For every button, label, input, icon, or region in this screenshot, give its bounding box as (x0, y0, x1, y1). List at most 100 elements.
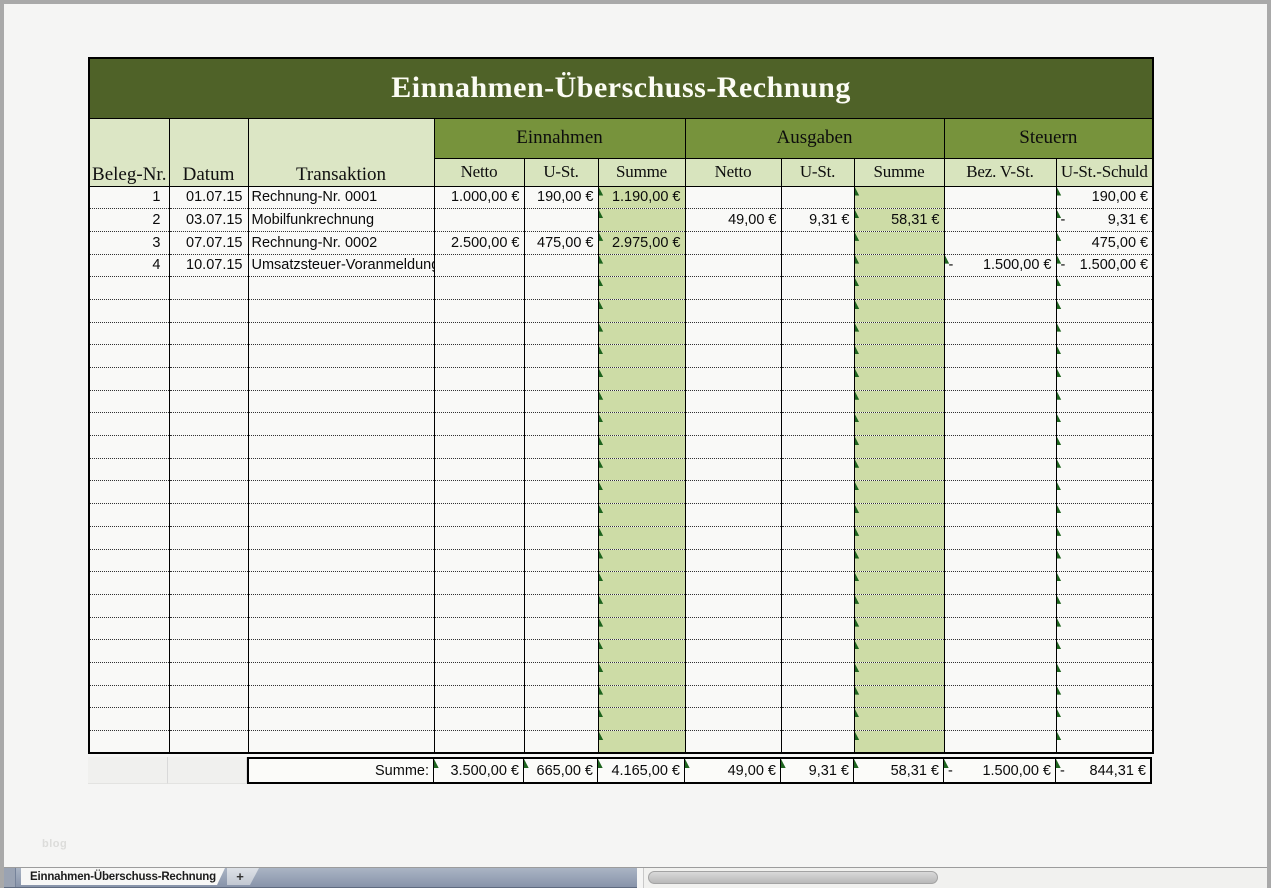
table-cell[interactable] (524, 436, 598, 459)
subheader-summe-einnahmen[interactable]: Summe (598, 158, 685, 186)
table-cell[interactable] (89, 685, 169, 708)
table-cell[interactable] (598, 640, 685, 663)
group-header-ausgaben[interactable]: Ausgaben (685, 118, 944, 158)
table-cell[interactable] (685, 526, 781, 549)
horizontal-scrollbar[interactable] (643, 868, 1267, 888)
table-cell[interactable] (781, 526, 854, 549)
table-cell[interactable] (434, 368, 524, 391)
table-cell[interactable]: 2 (89, 209, 169, 232)
summary-value-cell[interactable]: 58,31 € (853, 759, 943, 782)
table-cell[interactable]: 3 (89, 231, 169, 254)
table-cell[interactable] (944, 617, 1056, 640)
summary-value-cell[interactable]: 665,00 € (523, 759, 597, 782)
table-cell[interactable] (944, 277, 1056, 300)
summary-value-cell[interactable]: 4.165,00 € (597, 759, 684, 782)
table-cell[interactable] (89, 458, 169, 481)
table-cell[interactable] (781, 640, 854, 663)
table-cell[interactable] (524, 731, 598, 754)
table-cell[interactable] (169, 708, 248, 731)
table-cell[interactable] (248, 708, 434, 731)
table-cell[interactable] (685, 277, 781, 300)
table-cell[interactable] (781, 662, 854, 685)
table-cell[interactable] (434, 549, 524, 572)
table-cell[interactable] (434, 526, 524, 549)
table-cell[interactable] (854, 436, 944, 459)
table-cell[interactable] (248, 731, 434, 754)
table-cell[interactable]: Mobilfunkrechnung (248, 209, 434, 232)
table-cell[interactable]: 1 (89, 186, 169, 209)
table-cell[interactable] (944, 640, 1056, 663)
table-cell[interactable] (598, 209, 685, 232)
table-cell[interactable] (854, 345, 944, 368)
table-cell[interactable] (598, 254, 685, 277)
table-cell[interactable] (944, 390, 1056, 413)
table-cell[interactable] (434, 209, 524, 232)
table-cell[interactable]: 10.07.15 (169, 254, 248, 277)
table-cell[interactable] (944, 322, 1056, 345)
table-cell[interactable] (248, 549, 434, 572)
table-cell[interactable] (854, 526, 944, 549)
table-cell[interactable] (434, 413, 524, 436)
table-cell[interactable] (524, 345, 598, 368)
group-header-steuern[interactable]: Steuern (944, 118, 1153, 158)
table-cell[interactable] (89, 322, 169, 345)
table-cell[interactable] (524, 481, 598, 504)
table-cell[interactable] (248, 526, 434, 549)
table-cell[interactable] (944, 662, 1056, 685)
subheader-netto-einnahmen[interactable]: Netto (434, 158, 524, 186)
table-cell[interactable] (434, 254, 524, 277)
table-cell[interactable] (169, 572, 248, 595)
table-cell[interactable] (598, 731, 685, 754)
table-cell[interactable] (1056, 504, 1153, 527)
table-cell[interactable] (1056, 617, 1153, 640)
table-cell[interactable]: 1.190,00 € (598, 186, 685, 209)
table-cell[interactable] (944, 368, 1056, 391)
table-cell[interactable] (1056, 345, 1153, 368)
table-cell[interactable] (944, 708, 1056, 731)
table-cell[interactable] (248, 617, 434, 640)
table-cell[interactable] (781, 685, 854, 708)
table-cell[interactable] (89, 436, 169, 459)
table-cell[interactable] (434, 436, 524, 459)
table-cell[interactable] (89, 504, 169, 527)
table-cell[interactable] (248, 436, 434, 459)
table-cell[interactable] (685, 345, 781, 368)
table-cell[interactable] (1056, 390, 1153, 413)
table-cell[interactable] (781, 436, 854, 459)
table-cell[interactable] (524, 458, 598, 481)
table-cell[interactable] (248, 504, 434, 527)
title-banner-cell[interactable]: Einnahmen-Überschuss-Rechnung (89, 58, 1153, 118)
table-cell[interactable] (781, 504, 854, 527)
table-cell[interactable] (1056, 526, 1153, 549)
table-cell[interactable] (781, 231, 854, 254)
scrollbar-thumb[interactable] (648, 871, 938, 884)
table-cell[interactable]: 190,00 € (1056, 186, 1153, 209)
table-cell[interactable] (434, 572, 524, 595)
table-cell[interactable]: 475,00 € (1056, 231, 1153, 254)
table-cell[interactable] (781, 368, 854, 391)
table-cell[interactable] (944, 458, 1056, 481)
table-cell[interactable] (685, 504, 781, 527)
table-cell[interactable] (434, 481, 524, 504)
table-cell[interactable] (781, 594, 854, 617)
table-cell[interactable] (169, 685, 248, 708)
table-cell[interactable] (944, 345, 1056, 368)
table-cell[interactable]: 01.07.15 (169, 186, 248, 209)
table-cell[interactable] (434, 504, 524, 527)
table-cell[interactable] (781, 322, 854, 345)
table-cell[interactable] (685, 572, 781, 595)
table-cell[interactable] (685, 299, 781, 322)
table-cell[interactable] (944, 299, 1056, 322)
table-cell[interactable] (248, 322, 434, 345)
table-cell[interactable] (434, 322, 524, 345)
table-cell[interactable] (598, 708, 685, 731)
table-cell[interactable] (944, 231, 1056, 254)
table-cell[interactable] (944, 504, 1056, 527)
table-cell[interactable]: 9,31 € (781, 209, 854, 232)
table-cell[interactable] (685, 708, 781, 731)
table-cell[interactable] (1056, 436, 1153, 459)
table-cell[interactable]: 58,31 € (854, 209, 944, 232)
table-cell[interactable] (781, 731, 854, 754)
table-cell[interactable]: 07.07.15 (169, 231, 248, 254)
table-cell[interactable]: -1.500,00 € (944, 254, 1056, 277)
